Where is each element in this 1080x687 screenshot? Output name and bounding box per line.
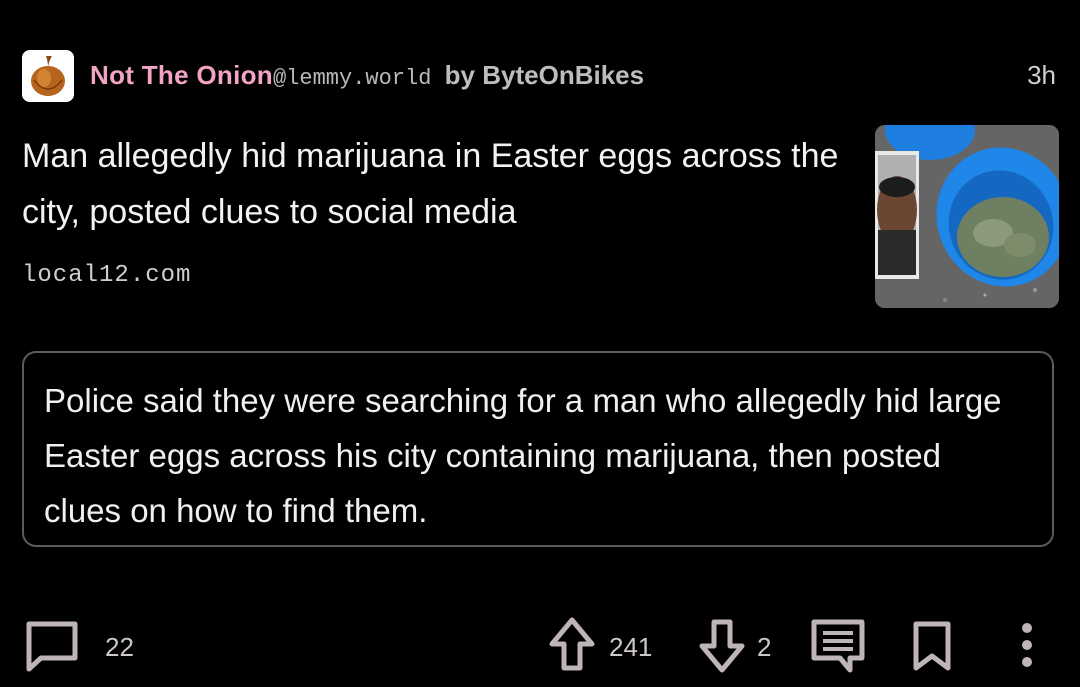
upvote-button[interactable] [548,616,596,672]
community-name[interactable]: Not The Onion [90,60,273,90]
post-age: 3h [1027,60,1056,90]
save-button[interactable] [912,620,952,672]
by-label: by [444,60,475,90]
reply-icon [811,619,865,673]
comment-count: 22 [105,632,134,662]
reply-button[interactable] [810,618,866,674]
post-header: Not The Onion@lemmy.world by ByteOnBikes… [22,48,1058,104]
arrow-up-icon [549,617,595,671]
arrow-down-icon [699,619,745,673]
bookmark-icon [913,621,951,671]
upvote-count: 241 [609,632,653,662]
post-thumbnail[interactable] [875,125,1059,308]
post-meta: Not The Onion@lemmy.world by ByteOnBikes [90,60,644,91]
community-instance[interactable]: @lemmy.world [273,66,431,91]
downvote-count: 2 [757,632,772,662]
comment-button[interactable] [24,618,80,674]
post-actions: 22 241 2 [0,612,1080,677]
post-body-box[interactable]: Police said they were searching for a ma… [22,351,1054,547]
more-vertical-icon [1022,623,1032,667]
author-name[interactable]: ByteOnBikes [482,60,644,90]
post-domain[interactable]: local12.com [22,262,191,289]
post-title[interactable]: Man allegedly hid marijuana in Easter eg… [22,128,842,240]
downvote-button[interactable] [698,618,746,674]
comment-icon [26,621,78,672]
community-avatar[interactable] [22,50,74,102]
more-options-button[interactable] [1016,622,1038,670]
post-body-text: Police said they were searching for a ma… [44,382,1002,529]
